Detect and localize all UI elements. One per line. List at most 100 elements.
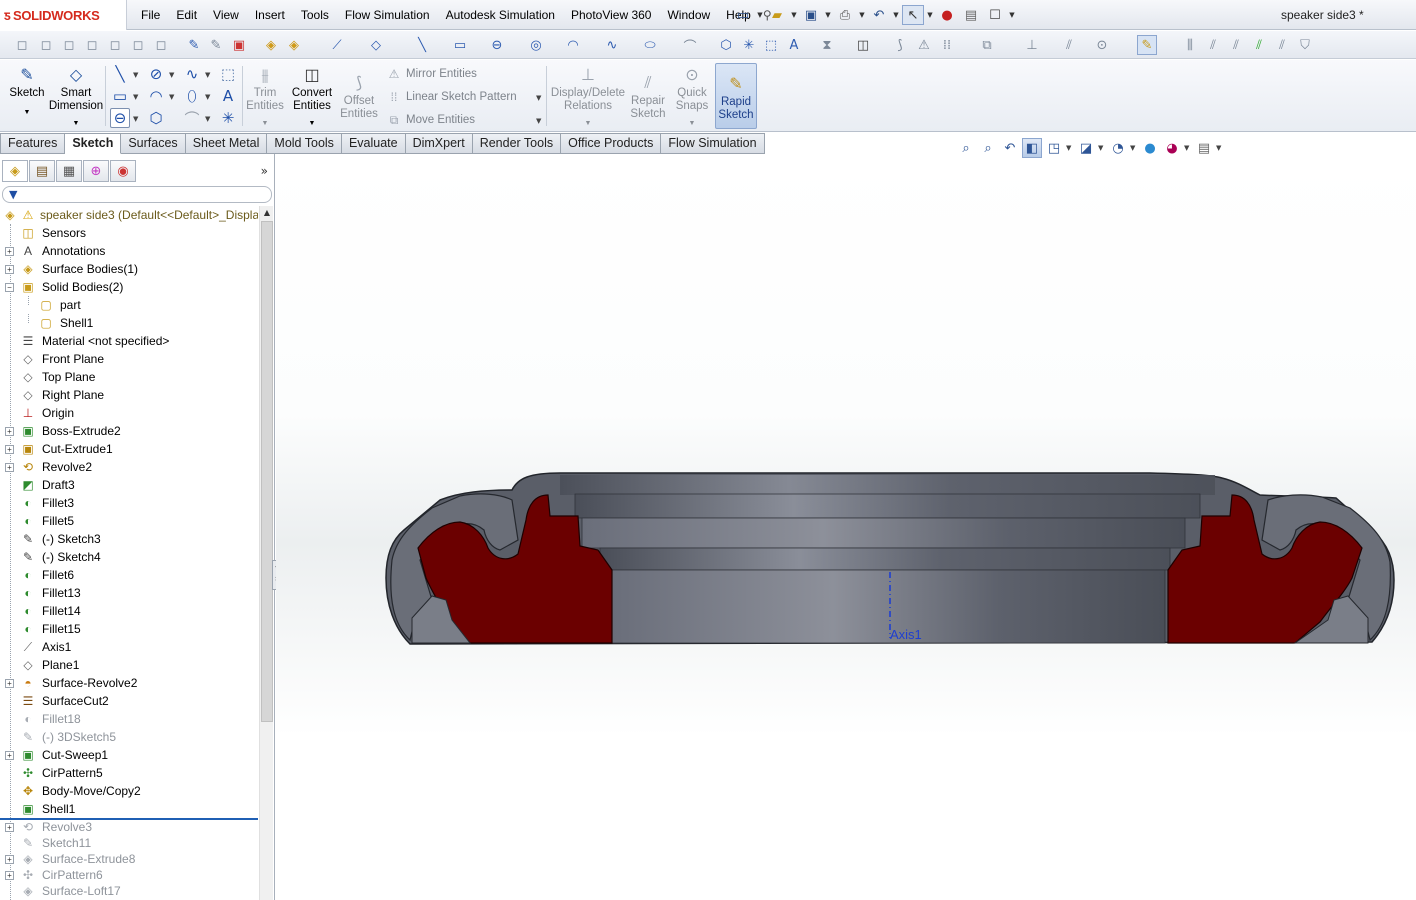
tree-item[interactable]: ◐ Fillet3 bbox=[0, 494, 258, 512]
expand-node-icon[interactable]: + bbox=[5, 427, 14, 436]
scrollbar-thumb[interactable] bbox=[261, 221, 273, 722]
collapse-panel-icon[interactable]: » bbox=[261, 164, 268, 178]
scene-dropdown-icon[interactable]: ▼ bbox=[1184, 144, 1192, 152]
menu-file[interactable]: File bbox=[133, 0, 168, 30]
open-folder-icon[interactable]: ▰ bbox=[766, 5, 788, 25]
convert-entities-button[interactable]: ◫ Convert Entities ▼ bbox=[289, 64, 335, 130]
view-settings-icon[interactable]: ▤ bbox=[1194, 138, 1214, 158]
rapid-sketch-icon[interactable]: ✎ bbox=[1137, 35, 1157, 55]
tree-root-part[interactable]: ◈ ⚠ speaker side3 (Default<<Default>_Displ… bbox=[0, 206, 258, 224]
tab-sketch[interactable]: Sketch bbox=[65, 133, 122, 154]
line-icon[interactable]: ╲ bbox=[412, 35, 432, 55]
arc-icon[interactable]: ◠ bbox=[563, 35, 583, 55]
polygon-icon[interactable]: ⬡ bbox=[146, 108, 166, 128]
box-icon[interactable]: ◻ bbox=[105, 35, 125, 55]
tree-scrollbar[interactable]: ▲ bbox=[259, 206, 273, 900]
tree-item[interactable]: ✣ CirPattern5 bbox=[0, 764, 258, 782]
box-icon[interactable]: ◻ bbox=[128, 35, 148, 55]
display-manager-tab-icon[interactable]: ◉ bbox=[110, 160, 136, 182]
box-icon[interactable]: ◻ bbox=[151, 35, 171, 55]
tab-mold-tools[interactable]: Mold Tools bbox=[267, 133, 342, 154]
new-dropdown-icon[interactable]: ▼ bbox=[756, 11, 764, 19]
offset-entities-button[interactable]: ⟆ Offset Entities bbox=[338, 72, 380, 121]
ellipse-icon[interactable]: ⬭ bbox=[640, 35, 660, 55]
view-orientation-dropdown-icon[interactable]: ▼ bbox=[1066, 144, 1074, 152]
rebuild-traffic-light-icon[interactable]: ● bbox=[936, 5, 958, 25]
repair-sketch-button[interactable]: ⫽ Repair Sketch bbox=[628, 72, 668, 121]
mirror-icon[interactable]: ⧗ bbox=[817, 35, 837, 55]
sketch-fillet-icon[interactable]: ⌒ bbox=[182, 108, 202, 128]
tree-item[interactable]: ◐ Fillet15 bbox=[0, 620, 258, 638]
hide-show-items-icon[interactable]: ◔ bbox=[1108, 138, 1128, 158]
apply-scene-icon[interactable]: ◕ bbox=[1162, 138, 1182, 158]
fillet-sketch-icon[interactable]: ⌒ bbox=[680, 35, 700, 55]
move-icon[interactable]: ⧉ bbox=[977, 35, 997, 55]
repair-icon[interactable]: ⫽ bbox=[1059, 35, 1079, 55]
tab-flow-simulation[interactable]: Flow Simulation bbox=[661, 133, 765, 154]
fillet-dropdown-icon[interactable]: ▼ bbox=[205, 115, 210, 123]
axis1-label[interactable]: Axis1 bbox=[890, 627, 922, 642]
menu-photoview[interactable]: PhotoView 360 bbox=[563, 0, 660, 30]
menu-autodesk-simulation[interactable]: Autodesk Simulation bbox=[438, 0, 563, 30]
tree-item[interactable]: ◇ Front Plane bbox=[0, 350, 258, 368]
layer-icon[interactable]: ◈ bbox=[284, 35, 304, 55]
tree-item[interactable]: ◐ Fillet6 bbox=[0, 566, 258, 584]
tab-render-tools[interactable]: Render Tools bbox=[472, 133, 562, 154]
circle-icon[interactable]: ◎ bbox=[526, 35, 546, 55]
relations-icon[interactable]: ⊥ bbox=[1022, 35, 1042, 55]
tree-item[interactable]: − ▣ Solid Bodies(2) bbox=[0, 278, 258, 296]
options-dropdown-icon[interactable]: ▼ bbox=[1008, 11, 1016, 19]
tree-item[interactable]: ▢ part bbox=[0, 296, 258, 314]
smart-dimension-button[interactable]: ◇ Smart Dimension ▼ bbox=[49, 64, 103, 130]
previous-view-icon[interactable]: ↶ bbox=[1000, 138, 1020, 158]
save-dropdown-icon[interactable]: ▼ bbox=[824, 11, 832, 19]
expand-node-icon[interactable]: + bbox=[5, 265, 14, 274]
menu-flow-simulation[interactable]: Flow Simulation bbox=[337, 0, 438, 30]
view-orientation-icon[interactable]: ◳ bbox=[1044, 138, 1064, 158]
box-icon[interactable]: ◻ bbox=[59, 35, 79, 55]
tool-icon[interactable]: ⫽ bbox=[1272, 35, 1292, 55]
tree-item[interactable]: ◫ Sensors bbox=[0, 224, 258, 242]
expand-node-icon[interactable]: + bbox=[5, 871, 14, 880]
zoom-to-fit-icon[interactable]: ⌕ bbox=[956, 138, 976, 158]
section-view-icon[interactable]: ◧ bbox=[1022, 138, 1042, 158]
spline-dropdown-icon[interactable]: ▼ bbox=[205, 71, 210, 79]
move-dropdown-icon[interactable]: ▼ bbox=[536, 117, 541, 125]
hide-show-dropdown-icon[interactable]: ▼ bbox=[1130, 144, 1138, 152]
configuration-manager-tab-icon[interactable]: ▦ bbox=[56, 160, 82, 182]
relations-dropdown-icon[interactable]: ▼ bbox=[585, 117, 592, 130]
ellipse-dropdown-icon[interactable]: ▼ bbox=[205, 93, 210, 101]
scroll-up-icon[interactable]: ▲ bbox=[260, 206, 274, 220]
undo-dropdown-icon[interactable]: ▼ bbox=[892, 11, 900, 19]
tree-item[interactable]: ◈ Surface-Loft17 bbox=[0, 882, 258, 900]
rectangle-dropdown-icon[interactable]: ▼ bbox=[133, 93, 138, 101]
tree-item[interactable]: ◐ Fillet13 bbox=[0, 584, 258, 602]
text-icon[interactable]: A bbox=[218, 86, 238, 106]
tree-item[interactable]: + ◈ Surface Bodies(1) bbox=[0, 260, 258, 278]
tree-item[interactable]: ✎ (-) Sketch3 bbox=[0, 530, 258, 548]
tool-icon[interactable]: ⫽ bbox=[1249, 35, 1269, 55]
graphics-viewport[interactable] bbox=[276, 154, 1416, 900]
tab-surfaces[interactable]: Surfaces bbox=[121, 133, 186, 154]
open-dropdown-icon[interactable]: ▼ bbox=[790, 11, 798, 19]
save-icon[interactable]: ▣ bbox=[800, 5, 822, 25]
spline-icon[interactable]: ∿ bbox=[602, 35, 622, 55]
construction-icon[interactable]: ⬚ bbox=[761, 35, 781, 55]
trim-entities-button[interactable]: ⫵ Trim Entities ▼ bbox=[245, 64, 285, 130]
line-icon[interactable]: ╲ bbox=[110, 64, 130, 84]
edit-appearance-icon[interactable]: ● bbox=[1140, 138, 1160, 158]
tree-item[interactable]: + ⟲ Revolve2 bbox=[0, 458, 258, 476]
tree-item[interactable]: ◇ Right Plane bbox=[0, 386, 258, 404]
expand-node-icon[interactable]: + bbox=[5, 751, 14, 760]
box-icon[interactable]: ◻ bbox=[36, 35, 56, 55]
convert-dropdown-icon[interactable]: ▼ bbox=[309, 117, 316, 130]
trim-icon[interactable]: ⚠ bbox=[914, 35, 934, 55]
tab-evaluate[interactable]: Evaluate bbox=[341, 133, 406, 154]
tree-item[interactable]: ▢ Shell1 bbox=[0, 314, 258, 332]
rectangle-icon[interactable]: ▭ bbox=[450, 35, 470, 55]
tree-item[interactable]: ⊥ Origin bbox=[0, 404, 258, 422]
convert-icon[interactable]: ◫ bbox=[853, 35, 873, 55]
display-delete-relations-button[interactable]: ⊥ Display/Delete Relations ▼ bbox=[551, 64, 625, 130]
spline-icon[interactable]: ∿ bbox=[182, 64, 202, 84]
tab-sheet-metal[interactable]: Sheet Metal bbox=[185, 133, 268, 154]
